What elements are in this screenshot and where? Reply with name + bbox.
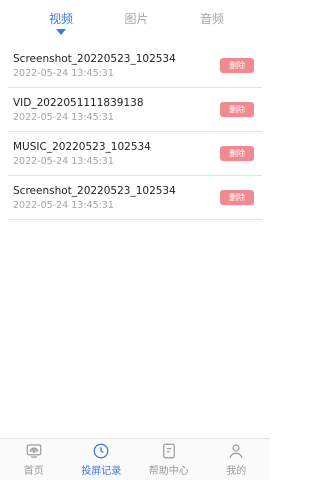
list-item[interactable]: Screenshot_20220523_102534 2022-05-24 13… [8,176,262,220]
delete-button[interactable]: 删除 [220,190,254,205]
tab-image[interactable]: 图片 [107,0,167,27]
bottom-nav: 首页 投屏记录 帮助中心 我的 [0,438,270,480]
tab-audio-label: 音频 [199,12,224,26]
nav-label-home: 首页 [23,466,44,477]
tab-video[interactable]: 视频 [31,0,91,35]
delete-button[interactable]: 删除 [220,146,254,161]
nav-item-cast-records[interactable]: 投屏记录 [68,439,136,480]
user-icon [229,444,243,458]
nav-label-help-center: 帮助中心 [148,466,189,477]
list-item[interactable]: Screenshot_20220523_102534 2022-05-24 13… [8,44,262,88]
nav-item-profile[interactable]: 我的 [203,439,271,480]
list-item[interactable]: VID_2022051111839138 2022-05-24 13:45:31… [8,88,262,132]
tab-image-label: 图片 [124,12,149,26]
delete-button[interactable]: 删除 [220,58,254,73]
tab-video-label: 视频 [48,12,73,26]
delete-button[interactable]: 删除 [220,102,254,117]
nav-item-home[interactable]: 首页 [0,439,68,480]
active-tab-indicator-icon [56,29,66,35]
nav-item-help-center[interactable]: 帮助中心 [135,439,203,480]
document-icon [162,443,175,459]
screen-record-page: 视频 图片 音频 Screenshot_20220523_102534 2022… [0,0,270,480]
clock-icon [93,443,109,459]
nav-label-cast-records: 投屏记录 [81,466,122,477]
record-list: Screenshot_20220523_102534 2022-05-24 13… [0,44,270,220]
list-item[interactable]: MUSIC_20220523_102534 2022-05-24 13:45:3… [8,132,262,176]
screen-cast-icon [26,444,42,458]
tab-audio[interactable]: 音频 [182,0,242,27]
nav-label-profile: 我的 [226,466,247,477]
media-tabs: 视频 图片 音频 [0,0,270,40]
